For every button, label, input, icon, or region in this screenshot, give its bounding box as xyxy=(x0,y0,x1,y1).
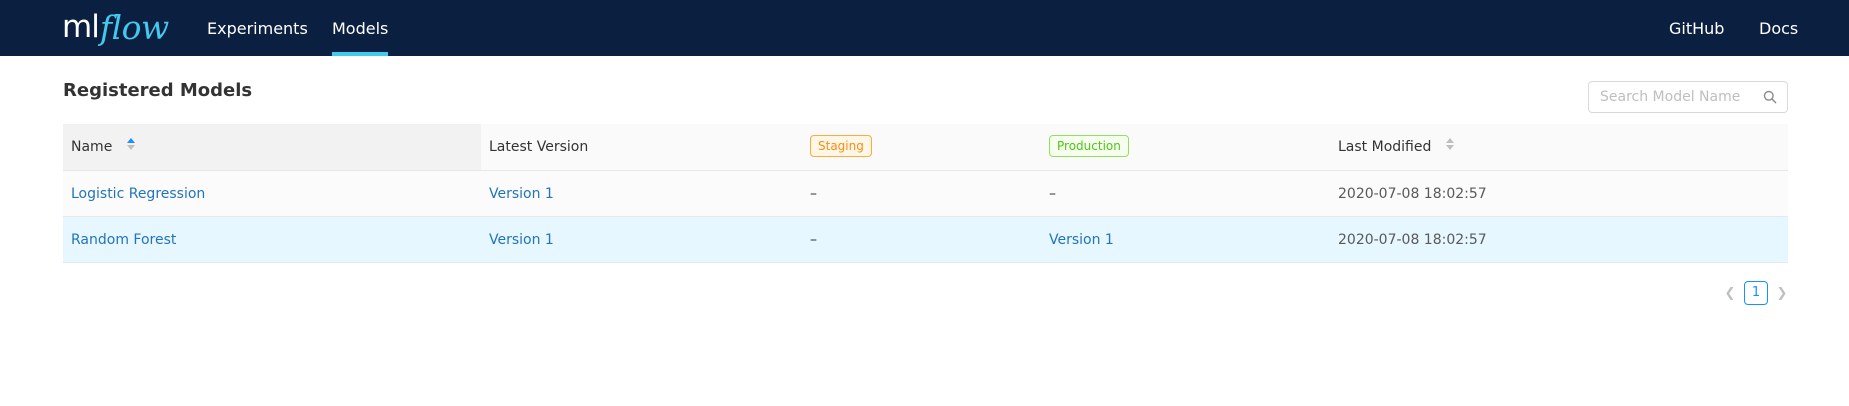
last-modified-value: 2020-07-08 18:02:57 xyxy=(1338,186,1487,202)
nav-docs[interactable]: Docs xyxy=(1759,0,1798,56)
column-header-production: Production xyxy=(1049,124,1129,170)
nav-experiments[interactable]: Experiments xyxy=(207,0,308,56)
latest-version-link[interactable]: Version 1 xyxy=(489,217,554,263)
sort-caret-icon[interactable] xyxy=(1445,138,1454,152)
page-title: Registered Models xyxy=(63,80,253,101)
logo-flow-text: flow xyxy=(99,7,169,47)
chevron-left-icon[interactable]: ❮ xyxy=(1718,281,1742,305)
staging-tag: Staging xyxy=(810,135,872,157)
column-header-last-modified-label: Last Modified xyxy=(1338,139,1432,155)
models-table: Name Latest Version Staging Production L… xyxy=(63,124,1788,263)
active-tab-indicator xyxy=(332,52,388,56)
staging-value: – xyxy=(810,232,817,248)
model-name-link[interactable]: Logistic Regression xyxy=(71,171,205,217)
production-version-link[interactable]: Version 1 xyxy=(1049,217,1114,263)
column-header-last-modified[interactable]: Last Modified xyxy=(1338,124,1454,170)
pagination: ❮ 1 ❯ xyxy=(1718,281,1794,305)
page-number-button[interactable]: 1 xyxy=(1744,281,1768,305)
search-box xyxy=(1588,81,1788,113)
table-row: Logistic Regression Version 1 – – 2020-0… xyxy=(63,171,1788,217)
column-header-name[interactable]: Name xyxy=(71,124,135,170)
staging-value: – xyxy=(810,186,817,202)
column-header-latest-version-label: Latest Version xyxy=(489,139,589,155)
logo-ml-text: ml xyxy=(62,9,100,45)
chevron-right-icon[interactable]: ❯ xyxy=(1770,281,1794,305)
sort-caret-icon[interactable] xyxy=(126,138,135,152)
column-header-name-label: Name xyxy=(71,139,113,155)
model-name-link[interactable]: Random Forest xyxy=(71,217,176,263)
search-input[interactable] xyxy=(1600,82,1760,112)
production-tag: Production xyxy=(1049,135,1129,157)
last-modified-value: 2020-07-08 18:02:57 xyxy=(1338,232,1487,248)
nav-github[interactable]: GitHub xyxy=(1669,0,1724,56)
latest-version-link[interactable]: Version 1 xyxy=(489,171,554,217)
table-header-row: Name Latest Version Staging Production L… xyxy=(63,124,1788,171)
search-icon[interactable] xyxy=(1763,90,1777,104)
column-header-staging: Staging xyxy=(810,124,872,170)
nav-models[interactable]: Models xyxy=(332,0,388,56)
table-row: Random Forest Version 1 – Version 1 2020… xyxy=(63,217,1788,263)
production-value: – xyxy=(1049,186,1056,202)
mlflow-logo[interactable]: ml flow xyxy=(62,2,169,52)
column-header-latest-version: Latest Version xyxy=(489,124,588,170)
top-nav-bar: ml flow Experiments Models GitHub Docs xyxy=(0,0,1849,56)
